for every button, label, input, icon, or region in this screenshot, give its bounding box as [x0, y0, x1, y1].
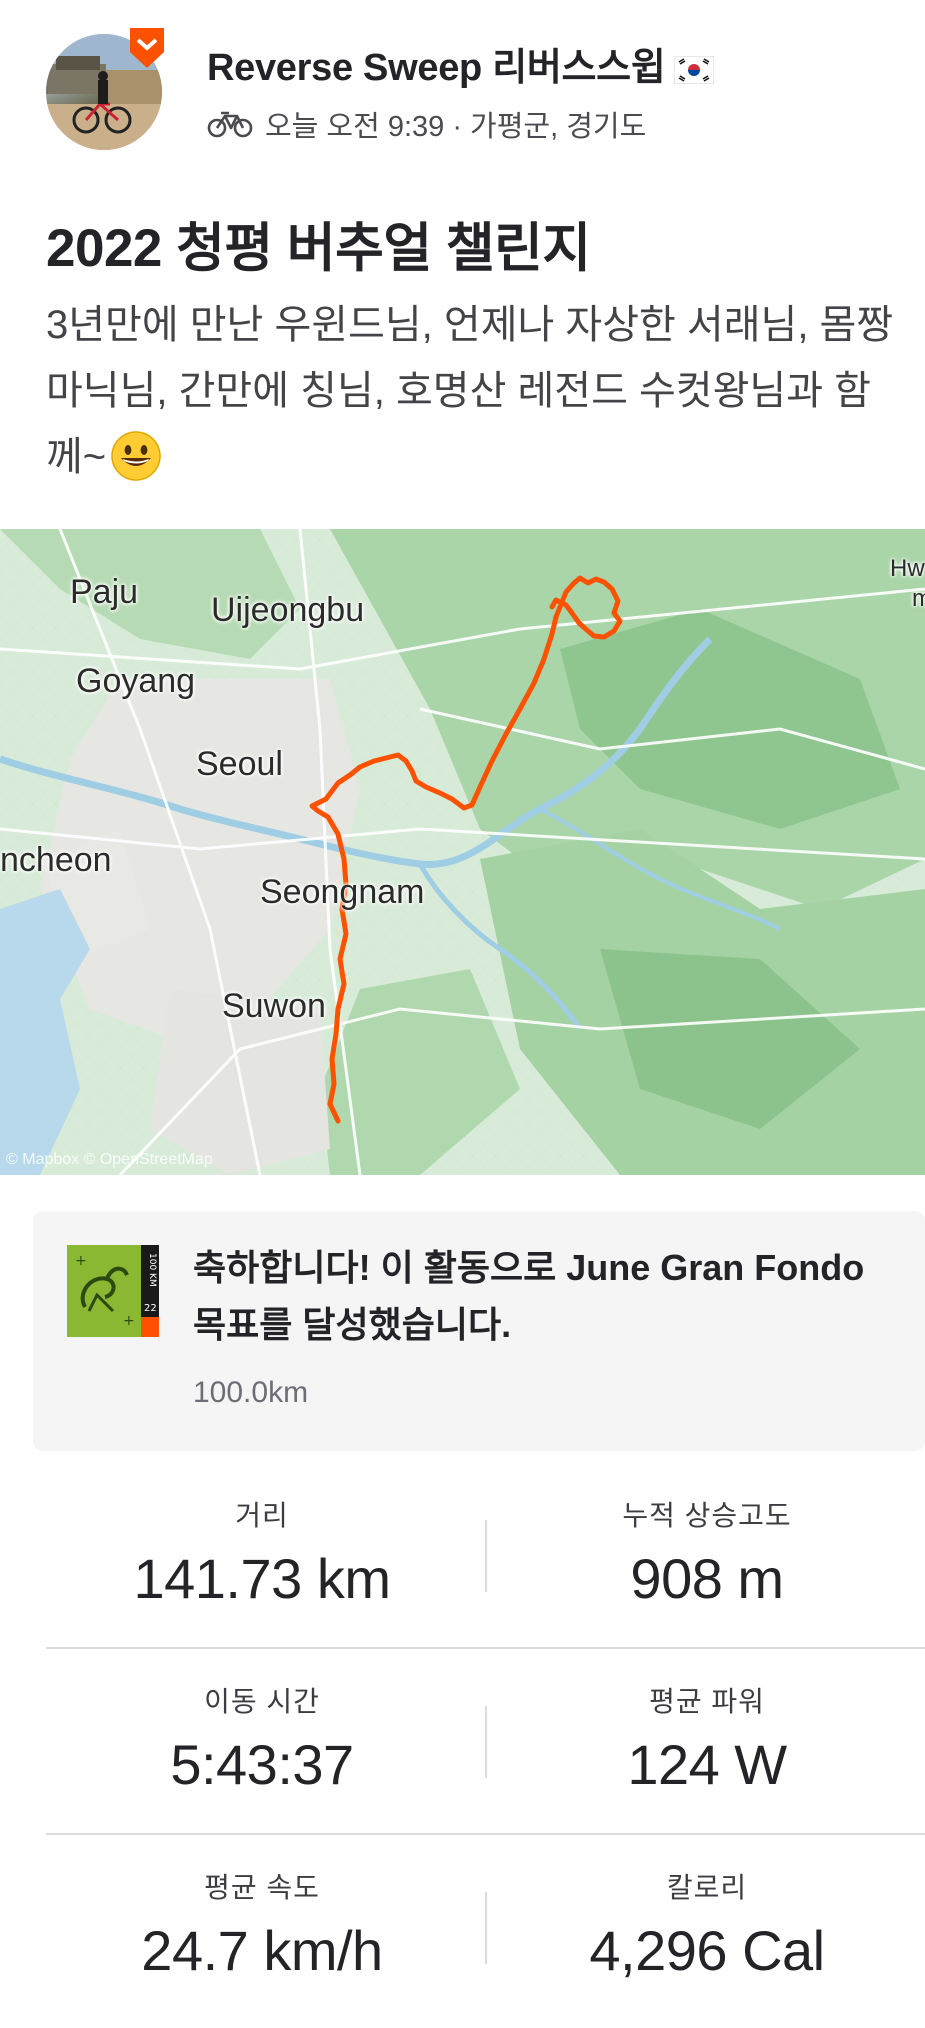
- stat-value: 141.73 km: [133, 1547, 392, 1610]
- map-label-uijeongbu: Uijeongbu: [211, 591, 365, 629]
- activity-header: Reverse Sweep 리버스스윕 오늘 오전 9:39 · 가평군, 경기…: [0, 0, 925, 170]
- map-label-seoul: Seoul: [196, 745, 283, 783]
- stats-row-2: 이동 시간 5:43:37 평균 파워 124 W: [0, 1656, 925, 1842]
- stat-value: 4,296 Cal: [589, 1919, 825, 1982]
- stat-divider: [485, 1892, 487, 1964]
- stat-value: 5:43:37: [170, 1733, 354, 1796]
- svg-text:+: +: [123, 1313, 135, 1329]
- svg-text:+: +: [75, 1253, 87, 1269]
- athlete-avatar[interactable]: [46, 28, 164, 152]
- grinning-face-emoji-icon: [111, 431, 161, 481]
- bike-icon: [207, 111, 253, 138]
- badge-text-top: 100 KM: [147, 1253, 157, 1287]
- stat-label: 이동 시간: [204, 1686, 320, 1717]
- stats-row-divider: [46, 1647, 925, 1649]
- stat-distance: 거리 141.73 km: [52, 1470, 472, 1611]
- stat-label: 평균 파워: [649, 1686, 765, 1717]
- stat-average-power: 평균 파워 124 W: [497, 1656, 917, 1797]
- route-map[interactable]: Paju Uijeongbu Goyang Seoul ncheon Seong…: [0, 529, 925, 1175]
- stat-label: 평균 속도: [204, 1872, 320, 1903]
- map-label-hw: Hw: [890, 555, 925, 582]
- stat-value: 908 m: [630, 1547, 784, 1610]
- stat-moving-time: 이동 시간 5:43:37: [52, 1656, 472, 1797]
- map-label-suwon: Suwon: [222, 987, 326, 1025]
- subscriber-badge-icon: [130, 28, 164, 68]
- map-label-incheon: ncheon: [0, 841, 112, 879]
- stat-label: 누적 상승고도: [622, 1500, 792, 1531]
- activity-date-location: 오늘 오전 9:39 · 가평군, 경기도: [265, 111, 647, 143]
- activity-title[interactable]: 2022 청평 버추얼 챌린지: [46, 206, 591, 282]
- achievement-card[interactable]: + + 100 KM 22 축하합니다! 이 활동으로 June Gran Fo…: [33, 1211, 925, 1451]
- achievement-detail: 100.0km: [193, 1376, 309, 1409]
- activity-meta: 오늘 오전 9:39 · 가평군, 경기도: [207, 103, 646, 145]
- stat-calories: 칼로리 4,296 Cal: [497, 1842, 917, 1983]
- stat-average-speed: 평균 속도 24.7 km/h: [52, 1842, 472, 1983]
- stats-row-1: 거리 141.73 km 누적 상승고도 908 m: [0, 1470, 925, 1656]
- activity-description: 3년만에 만난 우윈드님, 언제나 자상한 서래님, 몸짱 마닉님, 간만에 칭…: [46, 292, 906, 490]
- stat-label: 칼로리: [666, 1872, 748, 1903]
- athlete-name-text: Reverse Sweep 리버스스윕: [207, 47, 666, 89]
- stats-row-divider: [46, 1833, 925, 1835]
- badge-text-bottom: 22: [144, 1303, 157, 1314]
- gran-fondo-badge-icon: + + 100 KM 22: [67, 1245, 159, 1337]
- stat-elevation-gain: 누적 상승고도 908 m: [497, 1470, 917, 1611]
- stat-divider: [485, 1520, 487, 1592]
- stat-divider: [485, 1706, 487, 1778]
- stat-value: 124 W: [627, 1733, 787, 1796]
- stats-row-3: 평균 속도 24.7 km/h 칼로리 4,296 Cal: [0, 1842, 925, 2028]
- map-attribution[interactable]: © Mapbox © OpenStreetMap: [6, 1151, 213, 1169]
- athlete-name[interactable]: Reverse Sweep 리버스스윕: [207, 36, 714, 91]
- flag-south-korea-icon: [673, 55, 714, 84]
- map-label-m: m: [912, 585, 925, 612]
- map-label-seongnam: Seongnam: [260, 873, 425, 911]
- stat-label: 거리: [235, 1500, 289, 1531]
- stat-value: 24.7 km/h: [141, 1919, 383, 1982]
- map-canvas: [0, 529, 925, 1175]
- map-label-goyang: Goyang: [76, 662, 196, 700]
- stats-grid: 거리 141.73 km 누적 상승고도 908 m 이동 시간 5:43:37…: [0, 1470, 925, 2021]
- achievement-text: 축하합니다! 이 활동으로 June Gran Fondo 목표를 달성했습니다…: [193, 1247, 865, 1345]
- activity-description-text: 3년만에 만난 우윈드님, 언제나 자상한 서래님, 몸짱 마닉님, 간만에 칭…: [46, 303, 894, 479]
- map-label-paju: Paju: [70, 573, 139, 611]
